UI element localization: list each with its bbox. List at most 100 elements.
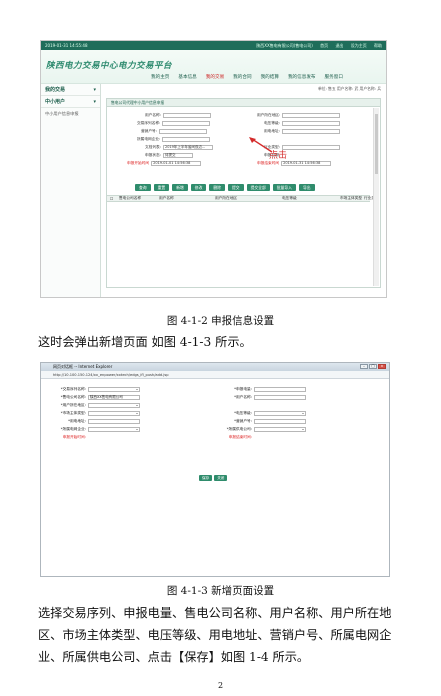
user-info: 单位: 售五 用户名称: 武 用户名称: 兵 — [317, 86, 381, 91]
add-button[interactable]: 新增 — [172, 184, 188, 191]
end-time-field: 申报结束时间 2019-01-31 14:56:38 — [257, 161, 332, 166]
user-region-select[interactable] — [282, 113, 341, 118]
close-button[interactable]: 关闭 — [214, 475, 228, 481]
sidebar: 我的交易 ▾ 中小用户 ▾ 中小用户信息申报 — [41, 84, 101, 297]
nav-my-home[interactable]: 我的主页 — [151, 74, 169, 80]
sidebar-item-small-users[interactable]: 中小用户 ▾ — [41, 96, 100, 108]
field-label: *电压等级: — [234, 411, 252, 415]
declared-power-input[interactable] — [254, 387, 306, 392]
sidebar-item-user-declaration[interactable]: 中小用户信息申报 — [41, 108, 100, 120]
add-form: *交易序列名称: *售电公司名称: 陕西XX售电有限公司 *用户所在地区: *市场… — [41, 379, 389, 569]
sales-company-input[interactable]: 陕西XX售电有限公司 — [88, 395, 140, 400]
field-label: 申报开始时间 — [127, 161, 150, 165]
user-region-field: 用户所在地区: — [257, 113, 341, 118]
grid-company-field: 所属电网企业: — [137, 137, 211, 142]
marketing-no-input[interactable] — [159, 129, 207, 134]
save-button[interactable]: 保存 — [199, 475, 213, 481]
logout-link[interactable]: 退出 — [335, 43, 343, 48]
nav-info-publish[interactable]: 我的信息发布 — [288, 74, 316, 80]
voltage-select[interactable] — [282, 121, 340, 126]
supply-company-field: *所属供电公司: — [209, 427, 306, 432]
voltage-select[interactable] — [254, 411, 306, 416]
user-region-field: *用户所在地区: — [43, 403, 140, 408]
status-select[interactable]: 待提交 — [163, 153, 193, 158]
nav-my-contracts[interactable]: 我的合同 — [233, 74, 251, 80]
field-label: *所属供电公司: — [226, 427, 252, 431]
declaration-panel: 售电公司代理中小用户信息申报 用户名称: 用户所在地区: 交易序列名称: 电压等… — [106, 98, 381, 288]
doc-list-select[interactable]: 2019年上半年省间双边… — [163, 145, 213, 150]
edit-button[interactable]: 修改 — [190, 184, 207, 191]
industry-select[interactable] — [282, 145, 340, 150]
submit-button[interactable]: 提交 — [227, 184, 244, 191]
user-name-input[interactable] — [254, 395, 306, 400]
field-label: 用户名称: — [145, 113, 161, 117]
end-time-input[interactable]: 2019-01-31 14:56:38 — [281, 161, 332, 166]
voltage-field: 电压等级: — [264, 121, 340, 126]
select-all-checkbox[interactable]: ☐ — [110, 197, 113, 201]
nav-my-settlement[interactable]: 我的结算 — [261, 74, 279, 80]
trade-seq-select[interactable] — [162, 121, 211, 126]
submit-all-button[interactable]: 提交全部 — [246, 184, 270, 191]
power-addr-input[interactable] — [282, 129, 340, 134]
field-label: *市场主体类型: — [60, 411, 86, 415]
sidebar-item-label: 我的交易 — [45, 87, 66, 93]
reset-button[interactable]: 重置 — [153, 184, 170, 191]
window-titlebar: 网页对话框 -- Internet Explorer – □ × — [41, 363, 389, 371]
grid-company-select[interactable] — [88, 427, 140, 432]
field-label: 申报状态: — [145, 153, 161, 157]
marketing-no-field: 营销户号: — [141, 129, 207, 134]
dialog-buttons: 保存 关闭 — [199, 475, 229, 481]
supply-company-select[interactable] — [254, 427, 306, 432]
field-label: 文档列表: — [145, 145, 161, 149]
nav-my-trades[interactable]: 我的交易 — [206, 74, 224, 80]
grid-company-select[interactable] — [162, 137, 211, 142]
declared-power-field: *申报电量: — [209, 387, 306, 392]
market-type-field: *市场主体类型: — [43, 411, 140, 416]
chevron-down-icon: ▾ — [93, 99, 96, 105]
user-name-input[interactable] — [163, 113, 211, 118]
field-label: 申报结束时间 — [257, 161, 280, 165]
sales-company-field: *售电公司名称: 陕西XX售电有限公司 — [43, 395, 140, 400]
delete-button[interactable]: 删除 — [209, 184, 225, 191]
export-button[interactable]: 导出 — [298, 184, 315, 191]
field-label: *用户名称: — [234, 395, 252, 399]
sidebar-item-my-trades[interactable]: 我的交易 ▾ — [41, 84, 100, 96]
nav-basic-info[interactable]: 基本信息 — [178, 74, 196, 80]
home-link[interactable]: 首页 — [320, 43, 328, 48]
vertical-scrollbar[interactable] — [373, 108, 379, 286]
field-label: *用电地址: — [68, 419, 86, 423]
end-time-field: 申报结束时间: — [209, 435, 252, 440]
field-label: *营销户号: — [234, 419, 252, 423]
address-bar[interactable]: http://10.100.150.124/xx_enpower/xxtech/… — [41, 371, 389, 379]
window-controls: – □ × — [359, 364, 386, 369]
figure-caption: 图 4-1-3 新增页面设置 — [166, 585, 275, 597]
window-title: 网页对话框 -- Internet Explorer — [53, 364, 113, 369]
maximize-icon[interactable]: □ — [369, 364, 377, 369]
doc-list-field: 文档列表: 2019年上半年省间双边… — [145, 145, 213, 150]
power-addr-field: *用电地址: — [43, 419, 140, 424]
nav-service-window[interactable]: 服务窗口 — [325, 74, 343, 80]
marketing-no-input[interactable] — [254, 419, 306, 424]
minimize-icon[interactable]: – — [360, 364, 368, 369]
set-homepage-link[interactable]: 设为主页 — [351, 43, 367, 48]
trade-seq-field: *交易序列名称: — [43, 387, 140, 392]
trade-seq-field: 交易序列名称: — [137, 121, 211, 126]
main-content: 单位: 售五 用户名称: 武 用户名称: 兵 售电公司代理中小用户信息申报 用户… — [101, 84, 386, 297]
close-icon[interactable]: × — [378, 364, 386, 369]
start-time-input[interactable]: 2019-01-01 14:56:38 — [151, 161, 202, 166]
user-region-select[interactable] — [88, 403, 140, 408]
tab-declaration[interactable]: 售电公司代理中小用户信息申报 — [107, 99, 380, 107]
trade-seq-select[interactable] — [88, 387, 140, 392]
field-label: 交易序列名称: — [137, 121, 161, 125]
user-name-field: *用户名称: — [209, 395, 306, 400]
page-body: 我的交易 ▾ 中小用户 ▾ 中小用户信息申报 单位: 售五 用户名称: 武 用户… — [41, 84, 386, 297]
query-button[interactable]: 查询 — [135, 184, 151, 191]
field-label: *申报电量: — [234, 387, 252, 391]
help-link[interactable]: 帮助 — [374, 43, 382, 48]
batch-import-button[interactable]: 批量导入 — [272, 184, 296, 191]
scrollbar-thumb[interactable] — [375, 114, 378, 174]
paragraph: 选择交易序列、申报电量、售电公司名称、用户名称、用户所在地区、市场主体类型、电压… — [38, 606, 392, 664]
power-addr-input[interactable] — [88, 419, 140, 424]
market-type-select[interactable] — [88, 411, 140, 416]
datetime-text: 2019-01-31 14:55:48 — [45, 43, 88, 48]
